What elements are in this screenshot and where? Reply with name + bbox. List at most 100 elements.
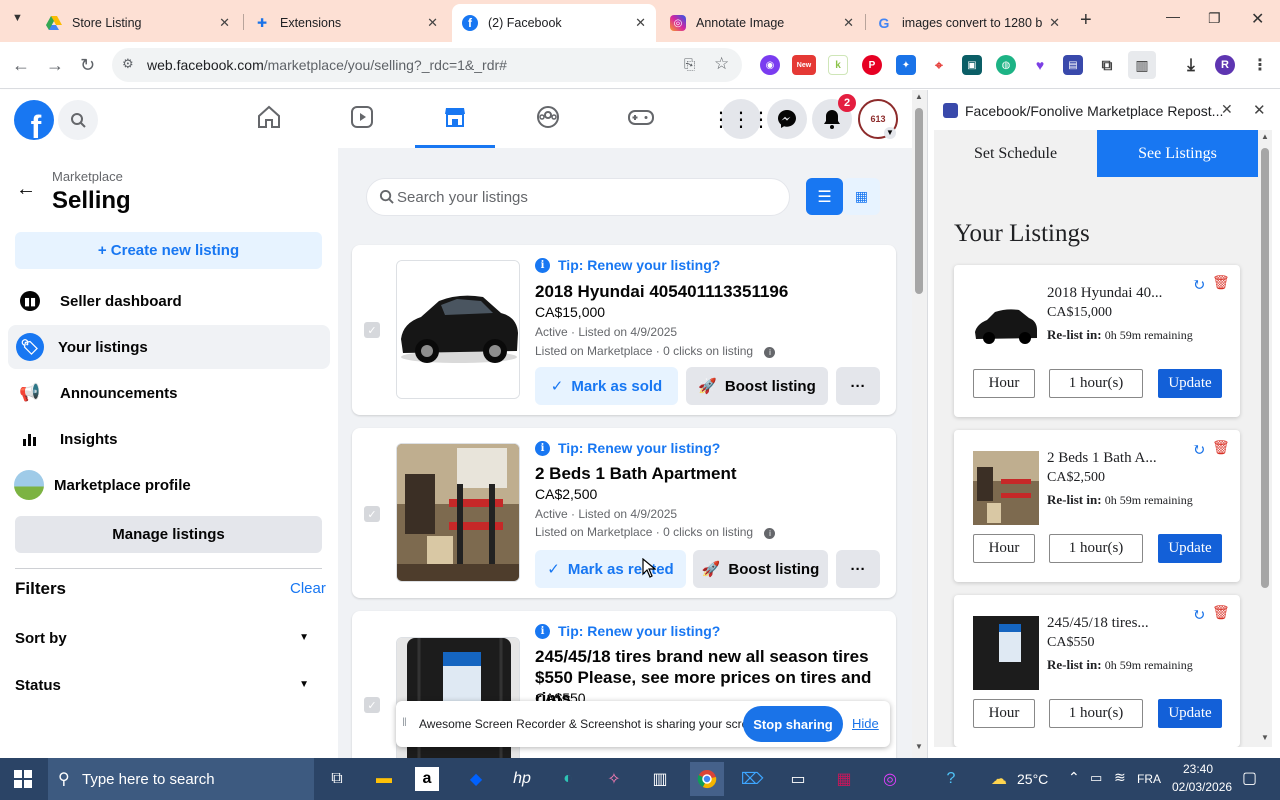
- page-scrollbar[interactable]: ▲ ▼: [912, 90, 927, 758]
- vscode-icon[interactable]: ⌦: [737, 764, 767, 794]
- close-tab-icon[interactable]: ✕: [1049, 15, 1060, 31]
- weather-temp[interactable]: 25°C: [1017, 771, 1048, 787]
- pin-icon[interactable]: ✕: [1221, 101, 1233, 118]
- weather-icon[interactable]: ☁: [984, 764, 1014, 794]
- tray-chevron-icon[interactable]: ⌃: [1068, 769, 1080, 786]
- menu-grid-icon[interactable]: ⋮⋮⋮: [711, 99, 771, 139]
- ext-update-button[interactable]: Update: [1158, 534, 1222, 563]
- home-icon[interactable]: [229, 104, 309, 148]
- profile-avatar[interactable]: R: [1215, 55, 1235, 75]
- ext-globe-icon[interactable]: ◍: [996, 55, 1016, 75]
- ext-circle-icon[interactable]: ◉: [760, 55, 780, 75]
- sidebar-item-announcements[interactable]: 📢 Announcements: [8, 371, 330, 415]
- sort-by-dropdown[interactable]: Sort by ▼: [15, 630, 315, 652]
- create-listing-button[interactable]: + Create new listing: [15, 232, 322, 269]
- refresh-icon[interactable]: ↻: [1192, 605, 1205, 625]
- taskbar-search-box[interactable]: ⚲ Type here to search: [48, 758, 314, 800]
- tab-google-images[interactable]: G images convert to 1280 by 8 ✕: [866, 4, 1070, 42]
- chrome-icon[interactable]: [690, 762, 724, 796]
- listing-checkbox[interactable]: ✓: [364, 322, 380, 338]
- listing-title[interactable]: 2 Beds 1 Bath Apartment: [535, 463, 737, 484]
- ext-interval-input[interactable]: 1 hour(s): [1049, 534, 1143, 563]
- scroll-up-icon[interactable]: ▲: [1261, 132, 1269, 141]
- more-options-button[interactable]: ···: [836, 550, 880, 588]
- ext-heart-icon[interactable]: ♥: [1030, 55, 1050, 75]
- edge-icon[interactable]: ◐: [553, 764, 583, 794]
- refresh-icon[interactable]: ↻: [1192, 275, 1205, 295]
- tab-extensions[interactable]: ✚ Extensions ✕: [244, 4, 448, 42]
- info-circle-icon[interactable]: i: [764, 528, 776, 539]
- tab-annotate-image[interactable]: ◎ Annotate Image ✕: [660, 4, 864, 42]
- bookmark-star-icon[interactable]: ☆: [714, 54, 729, 74]
- winrar-icon[interactable]: ▦: [829, 764, 859, 794]
- pinterest-icon[interactable]: P: [862, 55, 882, 75]
- listing-checkbox[interactable]: ✓: [364, 697, 380, 713]
- windows-start-icon[interactable]: [8, 764, 38, 794]
- new-tab-icon[interactable]: +: [1080, 9, 1092, 32]
- more-options-button[interactable]: ···: [836, 367, 880, 405]
- video-icon[interactable]: [322, 104, 402, 148]
- close-tab-icon[interactable]: ✕: [843, 15, 854, 31]
- notification-center-icon[interactable]: ▢: [1242, 768, 1257, 788]
- close-tab-icon[interactable]: ✕: [427, 15, 438, 31]
- tab-facebook[interactable]: f (2) Facebook ✕: [452, 4, 656, 42]
- ext-unit-select[interactable]: Hour: [973, 534, 1035, 563]
- extensions-puzzle-icon[interactable]: ⧉: [1097, 55, 1117, 75]
- forward-icon[interactable]: →: [46, 55, 64, 76]
- close-tab-icon[interactable]: ✕: [635, 15, 646, 31]
- close-panel-icon[interactable]: ✕: [1253, 101, 1266, 119]
- menu-kebab-icon[interactable]: ⋮: [1250, 55, 1270, 75]
- listing-title[interactable]: 2018 Hyundai 405401113351196: [535, 281, 788, 302]
- wifi-icon[interactable]: ≋: [1114, 769, 1126, 786]
- hp-icon[interactable]: hp: [507, 764, 537, 794]
- ext-chip-icon[interactable]: ▣: [962, 55, 982, 75]
- tab-search-chevron-icon[interactable]: ▼: [12, 12, 23, 24]
- gaming-icon[interactable]: [601, 104, 681, 148]
- ext-interval-input[interactable]: 1 hour(s): [1049, 369, 1143, 398]
- renew-tip[interactable]: i Tip: Renew your listing?: [535, 257, 720, 273]
- facebook-logo-icon[interactable]: f: [14, 100, 54, 140]
- search-listings-input[interactable]: Search your listings: [366, 178, 790, 216]
- drag-handle-icon[interactable]: ‖: [402, 715, 407, 729]
- info-circle-icon[interactable]: i: [764, 347, 776, 358]
- scroll-up-icon[interactable]: ▲: [915, 92, 923, 101]
- messenger-icon[interactable]: [767, 99, 807, 139]
- install-app-icon[interactable]: ⎘: [684, 56, 695, 73]
- site-info-icon[interactable]: ⚙: [122, 56, 134, 72]
- language-indicator[interactable]: FRA: [1137, 772, 1161, 786]
- back-arrow-icon[interactable]: ←: [16, 178, 36, 201]
- side-panel-icon[interactable]: ▥: [1128, 51, 1156, 79]
- status-dropdown[interactable]: Status ▼: [15, 677, 315, 699]
- clear-filters-link[interactable]: Clear: [290, 580, 326, 597]
- scroll-down-icon[interactable]: ▼: [915, 742, 923, 751]
- sidebar-item-insights[interactable]: Insights: [8, 417, 330, 461]
- sidebar-item-your-listings[interactable]: 🏷 Your listings: [8, 325, 330, 369]
- sidebar-item-seller-dashboard[interactable]: ▮▮ Seller dashboard: [8, 279, 330, 323]
- terminal-icon[interactable]: ▭: [783, 764, 813, 794]
- mark-as-sold-button[interactable]: ✓ Mark as sold: [535, 367, 678, 405]
- trash-icon[interactable]: 🗑: [1212, 275, 1230, 292]
- groups-icon[interactable]: [508, 104, 588, 148]
- ext-update-button[interactable]: Update: [1158, 369, 1222, 398]
- mark-as-rented-button[interactable]: ✓ Mark as rented: [535, 550, 686, 588]
- refresh-icon[interactable]: ↻: [1192, 440, 1205, 460]
- clock-time[interactable]: 23:40: [1183, 762, 1213, 776]
- tab-store-listing[interactable]: Store Listing ✕: [36, 4, 240, 42]
- ext-unit-select[interactable]: Hour: [973, 699, 1035, 728]
- scrollbar-thumb[interactable]: [1261, 148, 1269, 588]
- scroll-down-icon[interactable]: ▼: [1261, 733, 1269, 742]
- scrollbar-thumb[interactable]: [915, 108, 923, 294]
- renew-tip[interactable]: i Tip: Renew your listing?: [535, 623, 720, 639]
- tab-see-listings[interactable]: See Listings: [1097, 130, 1258, 177]
- renew-tip[interactable]: i Tip: Renew your listing?: [535, 440, 720, 456]
- account-chevron-icon[interactable]: ▼: [884, 127, 896, 139]
- sidebar-item-marketplace-profile[interactable]: Marketplace profile: [8, 463, 330, 507]
- manage-listings-button[interactable]: Manage listings: [15, 516, 322, 553]
- copilot-icon[interactable]: ✧: [599, 764, 629, 794]
- marketplace-icon[interactable]: [415, 104, 495, 148]
- app-icon[interactable]: ◎: [875, 764, 905, 794]
- close-tab-icon[interactable]: ✕: [219, 15, 230, 31]
- minimize-icon[interactable]: —: [1166, 8, 1180, 24]
- download-icon[interactable]: ⤓: [1181, 55, 1201, 75]
- boost-listing-button[interactable]: 🚀 Boost listing: [686, 367, 828, 405]
